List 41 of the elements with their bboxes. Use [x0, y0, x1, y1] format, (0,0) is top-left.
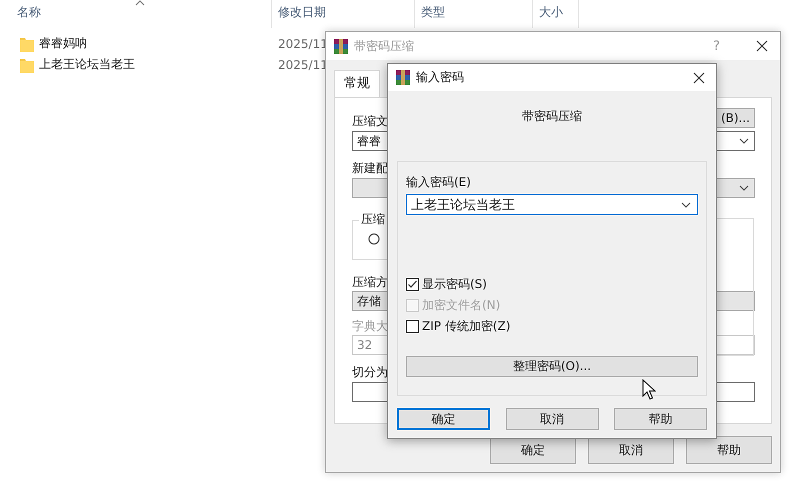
dialog-button[interactable]: 取消: [506, 408, 598, 430]
chevron-down-icon: [681, 202, 691, 208]
modified-date: 2025/11: [278, 58, 328, 72]
checkbox-label[interactable]: ZIP 传统加密(Z): [422, 318, 510, 334]
field-label: 压缩方: [352, 274, 388, 291]
chevron-down-icon: [739, 138, 749, 144]
field-label: 切分为: [352, 364, 388, 381]
tab[interactable]: 常规: [334, 70, 380, 97]
dialog-button[interactable]: 帮助: [614, 408, 707, 430]
checkbox-label[interactable]: 显示密码(S): [422, 276, 487, 292]
field-label: 压缩文: [352, 113, 388, 130]
column-header[interactable]: 名称: [0, 0, 272, 28]
chevron-down-icon: [739, 185, 749, 191]
dialog-button[interactable]: 帮助: [686, 436, 772, 464]
organize-passwords-button[interactable]: 整理密码(O)...: [406, 356, 698, 377]
archive-app-icon: [334, 38, 348, 54]
sort-caret-icon: [135, 0, 145, 6]
column-header[interactable]: 大小: [533, 0, 579, 28]
window-title: 带密码压缩: [354, 38, 415, 54]
field-label: 字典大: [352, 318, 388, 335]
field-label: 新建配: [352, 160, 388, 177]
modified-date: 2025/11: [278, 36, 328, 50]
folder-icon: [20, 56, 34, 72]
folder-icon: [20, 36, 34, 52]
file-name[interactable]: 上老王论坛当老王: [39, 56, 135, 73]
field-label: 输入密码(E): [406, 174, 472, 191]
close-icon[interactable]: [756, 40, 768, 52]
close-icon[interactable]: [693, 72, 705, 84]
archive-app-icon: [396, 70, 410, 85]
checkbox-label: 加密文件名(N): [422, 296, 500, 314]
window-title: 输入密码: [416, 69, 465, 86]
dialog-button[interactable]: 确定: [397, 408, 490, 430]
column-header[interactable]: 类型: [415, 0, 533, 28]
column-header[interactable]: 修改日期: [272, 0, 415, 28]
dialog-heading: 带密码压缩: [521, 108, 583, 125]
checkbox[interactable]: [406, 320, 419, 332]
file-name[interactable]: 睿睿妈呐: [39, 35, 87, 52]
radio-button[interactable]: [368, 233, 380, 245]
mouse-cursor-icon: [642, 379, 656, 401]
checkbox[interactable]: [406, 278, 419, 290]
password-field[interactable]: 上老王论坛当老王: [406, 194, 698, 215]
